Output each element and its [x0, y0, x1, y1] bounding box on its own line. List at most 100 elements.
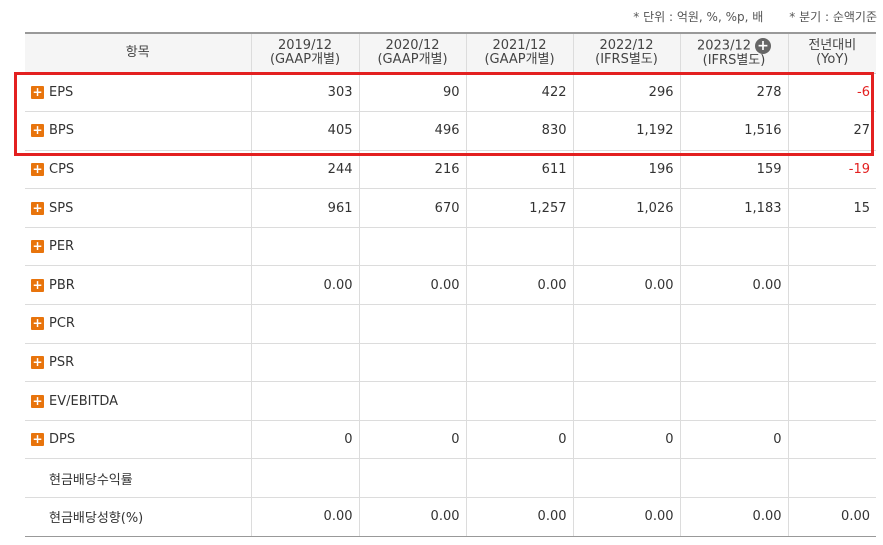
value-cell: 0.00: [465, 265, 573, 306]
header-period: 2020/12: [385, 38, 440, 54]
header-period: 2021/12: [492, 38, 547, 54]
row-label[interactable]: PCR: [49, 316, 75, 331]
value-cell: [465, 381, 573, 421]
yoy-cell: 27: [787, 111, 876, 151]
header-basis: (GAAP개별): [484, 52, 555, 68]
expand-plus-icon[interactable]: +: [31, 355, 44, 369]
header-basis: (GAAP개별): [269, 52, 341, 68]
value-cell: 0.00: [358, 265, 466, 306]
header-col-2020: 2020/12 (GAAP개별): [358, 32, 466, 74]
expand-plus-icon[interactable]: +: [31, 162, 44, 176]
row-label[interactable]: EV/EBITDA: [49, 394, 118, 409]
table-header-row: 항목 2019/12 (GAAP개별) 2020/12 (GAAP개별) 202…: [25, 32, 876, 74]
value-cell: 961: [250, 188, 359, 228]
table-row: + PCR: [25, 304, 876, 344]
row-label[interactable]: BPS: [49, 123, 74, 138]
row-label[interactable]: PSR: [49, 355, 74, 370]
value-cell: 0: [679, 420, 788, 460]
value-cell: 1,192: [572, 111, 680, 151]
value-cell: [679, 227, 788, 267]
table-row: + PBR 0.00 0.00 0.00 0.00 0.00: [25, 265, 876, 306]
row-label-cell: + EV/EBITDA: [25, 381, 251, 421]
row-label[interactable]: SPS: [49, 201, 73, 216]
row-label-cell: + PER: [25, 227, 251, 267]
value-cell: 296: [572, 73, 680, 113]
row-label-cell: + DPS: [25, 420, 251, 460]
value-cell: [572, 381, 680, 421]
header-col-2021: 2021/12 (GAAP개별): [465, 32, 573, 74]
row-label-cell: + CPS: [25, 150, 251, 190]
value-cell: 611: [465, 150, 573, 190]
value-cell: [358, 458, 466, 499]
value-cell: 0.00: [572, 265, 680, 306]
value-cell: 0: [358, 420, 466, 460]
expand-plus-icon[interactable]: +: [31, 317, 44, 331]
yoy-cell: [787, 343, 876, 383]
row-label[interactable]: EPS: [49, 85, 73, 100]
row-label: 현금배당성향(%): [49, 511, 144, 527]
header-period: 2019/12: [277, 38, 332, 54]
plus-circle-icon[interactable]: +: [755, 38, 771, 55]
yoy-title: 전년대비: [808, 38, 857, 54]
value-cell: [572, 458, 680, 499]
row-label[interactable]: PBR: [49, 278, 75, 293]
value-cell: [250, 304, 359, 344]
value-cell: [250, 381, 359, 421]
value-cell: 1,183: [679, 188, 788, 228]
yoy-cell: [787, 458, 876, 499]
header-col-2022: 2022/12 (IFRS별도): [572, 32, 680, 74]
row-label[interactable]: DPS: [49, 432, 75, 447]
expand-plus-icon[interactable]: +: [31, 394, 44, 408]
table-row: + BPS 405 496 830 1,192 1,516 27: [25, 111, 876, 151]
expand-plus-icon[interactable]: +: [31, 433, 44, 447]
yoy-sub: (YoY): [816, 52, 849, 68]
header-period: 2023/12: [696, 38, 751, 54]
expand-plus-icon[interactable]: +: [31, 85, 44, 99]
value-cell: 0.00: [250, 265, 359, 306]
value-cell: 244: [250, 150, 359, 190]
value-cell: [358, 304, 466, 344]
row-label-cell: + PBR: [25, 265, 251, 306]
table-row: + CPS 244 216 611 196 159 -19: [25, 150, 876, 190]
row-label[interactable]: CPS: [49, 162, 74, 177]
expand-plus-icon[interactable]: +: [31, 278, 44, 292]
value-cell: 0.00: [679, 265, 788, 306]
header-yoy: 전년대비 (YoY): [787, 32, 876, 74]
value-cell: 0: [572, 420, 680, 460]
value-cell: [572, 343, 680, 383]
value-cell: 1,026: [572, 188, 680, 228]
expand-plus-icon[interactable]: +: [31, 201, 44, 215]
value-cell: [465, 343, 573, 383]
table-row: + PSR: [25, 343, 876, 383]
yoy-cell: 0.00: [787, 497, 876, 537]
value-cell: 405: [250, 111, 359, 151]
row-label-cell: + PSR: [25, 343, 251, 383]
table-row: + PER: [25, 227, 876, 267]
row-label-cell: + EPS: [25, 73, 251, 113]
header-basis: (GAAP개별): [377, 52, 448, 68]
value-cell: 0: [465, 420, 573, 460]
value-cell: [679, 343, 788, 383]
row-label: 현금배당수익률: [49, 472, 133, 488]
expand-plus-icon[interactable]: +: [31, 240, 44, 254]
table-row: + SPS 961 670 1,257 1,026 1,183 15: [25, 188, 876, 228]
row-label[interactable]: PER: [49, 239, 74, 254]
header-item: 항목: [25, 32, 251, 74]
expand-plus-icon[interactable]: +: [31, 124, 44, 138]
table-notes: * 단위 : 억원, %, %p, 배 * 분기 : 순액기준: [633, 8, 877, 26]
value-cell: 90: [358, 73, 466, 113]
yoy-cell: -19: [787, 150, 876, 190]
table-row: + EPS 303 90 422 296 278 -6: [25, 73, 876, 113]
value-cell: 1,516: [679, 111, 788, 151]
value-cell: [572, 227, 680, 267]
row-label-cell: 현금배당수익률: [25, 458, 251, 499]
row-label-cell: + BPS: [25, 111, 251, 151]
value-cell: [679, 304, 788, 344]
table-row: + DPS 0 0 0 0 0: [25, 420, 876, 460]
header-period-with-expand: 2023/12 +: [681, 38, 788, 55]
yoy-cell: [787, 227, 876, 267]
value-cell: 159: [679, 150, 788, 190]
value-cell: 303: [250, 73, 359, 113]
row-label-cell: + PCR: [25, 304, 251, 344]
value-cell: [679, 381, 788, 421]
